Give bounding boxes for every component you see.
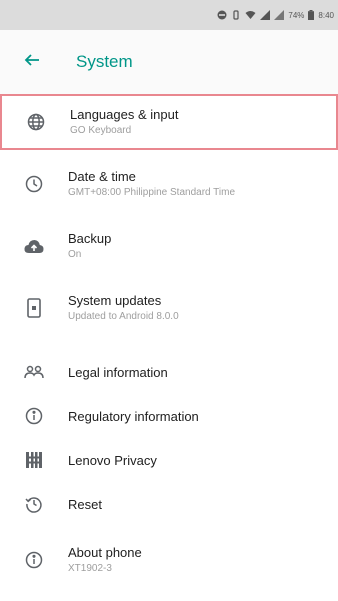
item-title: Languages & input [70, 107, 179, 122]
item-title: Legal information [68, 364, 168, 380]
item-title: Regulatory information [68, 408, 199, 424]
cloud-upload-icon [0, 238, 68, 254]
list-item-regulatory-information[interactable]: Regulatory information [0, 394, 338, 438]
globe-icon [2, 113, 70, 131]
vibrate-icon [231, 10, 241, 20]
list-item-date-time[interactable]: Date & time GMT+08:00 Philippine Standar… [0, 156, 338, 212]
signal-2-icon [274, 10, 285, 20]
phone-update-icon [0, 298, 68, 318]
dnd-icon [217, 10, 227, 20]
info-icon [0, 551, 68, 569]
wifi-icon [245, 10, 256, 20]
signal-icon [260, 10, 271, 20]
page-title: System [76, 52, 133, 71]
item-title: Backup [68, 231, 112, 246]
list-item-reset[interactable]: Reset [0, 482, 338, 526]
list-item-backup[interactable]: Backup On [0, 218, 338, 274]
list-item-system-updates[interactable]: System updates Updated to Android 8.0.0 [0, 280, 338, 336]
battery-icon [308, 10, 315, 20]
item-title: About phone [68, 545, 142, 560]
item-subtitle: GO Keyboard [70, 125, 132, 136]
item-title: Lenovo Privacy [68, 452, 157, 468]
arrow-left-icon [24, 52, 40, 73]
restore-icon [0, 495, 68, 513]
app-bar: System [0, 30, 338, 94]
people-icon [0, 364, 68, 380]
list-item-lenovo-privacy[interactable]: Lenovo Privacy [0, 438, 338, 482]
back-button[interactable] [0, 30, 64, 94]
list-item-languages-input[interactable]: Languages & input GO Keyboard [0, 94, 338, 150]
item-title: Date & time [68, 169, 136, 184]
status-bar: 74% 8:40 [0, 0, 338, 30]
item-subtitle: Updated to Android 8.0.0 [68, 311, 179, 322]
clock-icon [0, 175, 68, 193]
list-item-about-phone[interactable]: About phone XT1902-3 [0, 532, 338, 588]
item-subtitle: On [68, 249, 82, 260]
privacy-grid-icon [0, 451, 68, 469]
item-subtitle: XT1902-3 [68, 563, 112, 574]
battery-percent: 74% [288, 10, 305, 20]
item-title: Reset [68, 496, 102, 512]
clock-time: 8:40 [318, 10, 334, 20]
item-title: System updates [68, 293, 162, 308]
list-item-legal-information[interactable]: Legal information [0, 350, 338, 394]
info-icon [0, 407, 68, 425]
item-subtitle: GMT+08:00 Philippine Standard Time [68, 187, 236, 198]
